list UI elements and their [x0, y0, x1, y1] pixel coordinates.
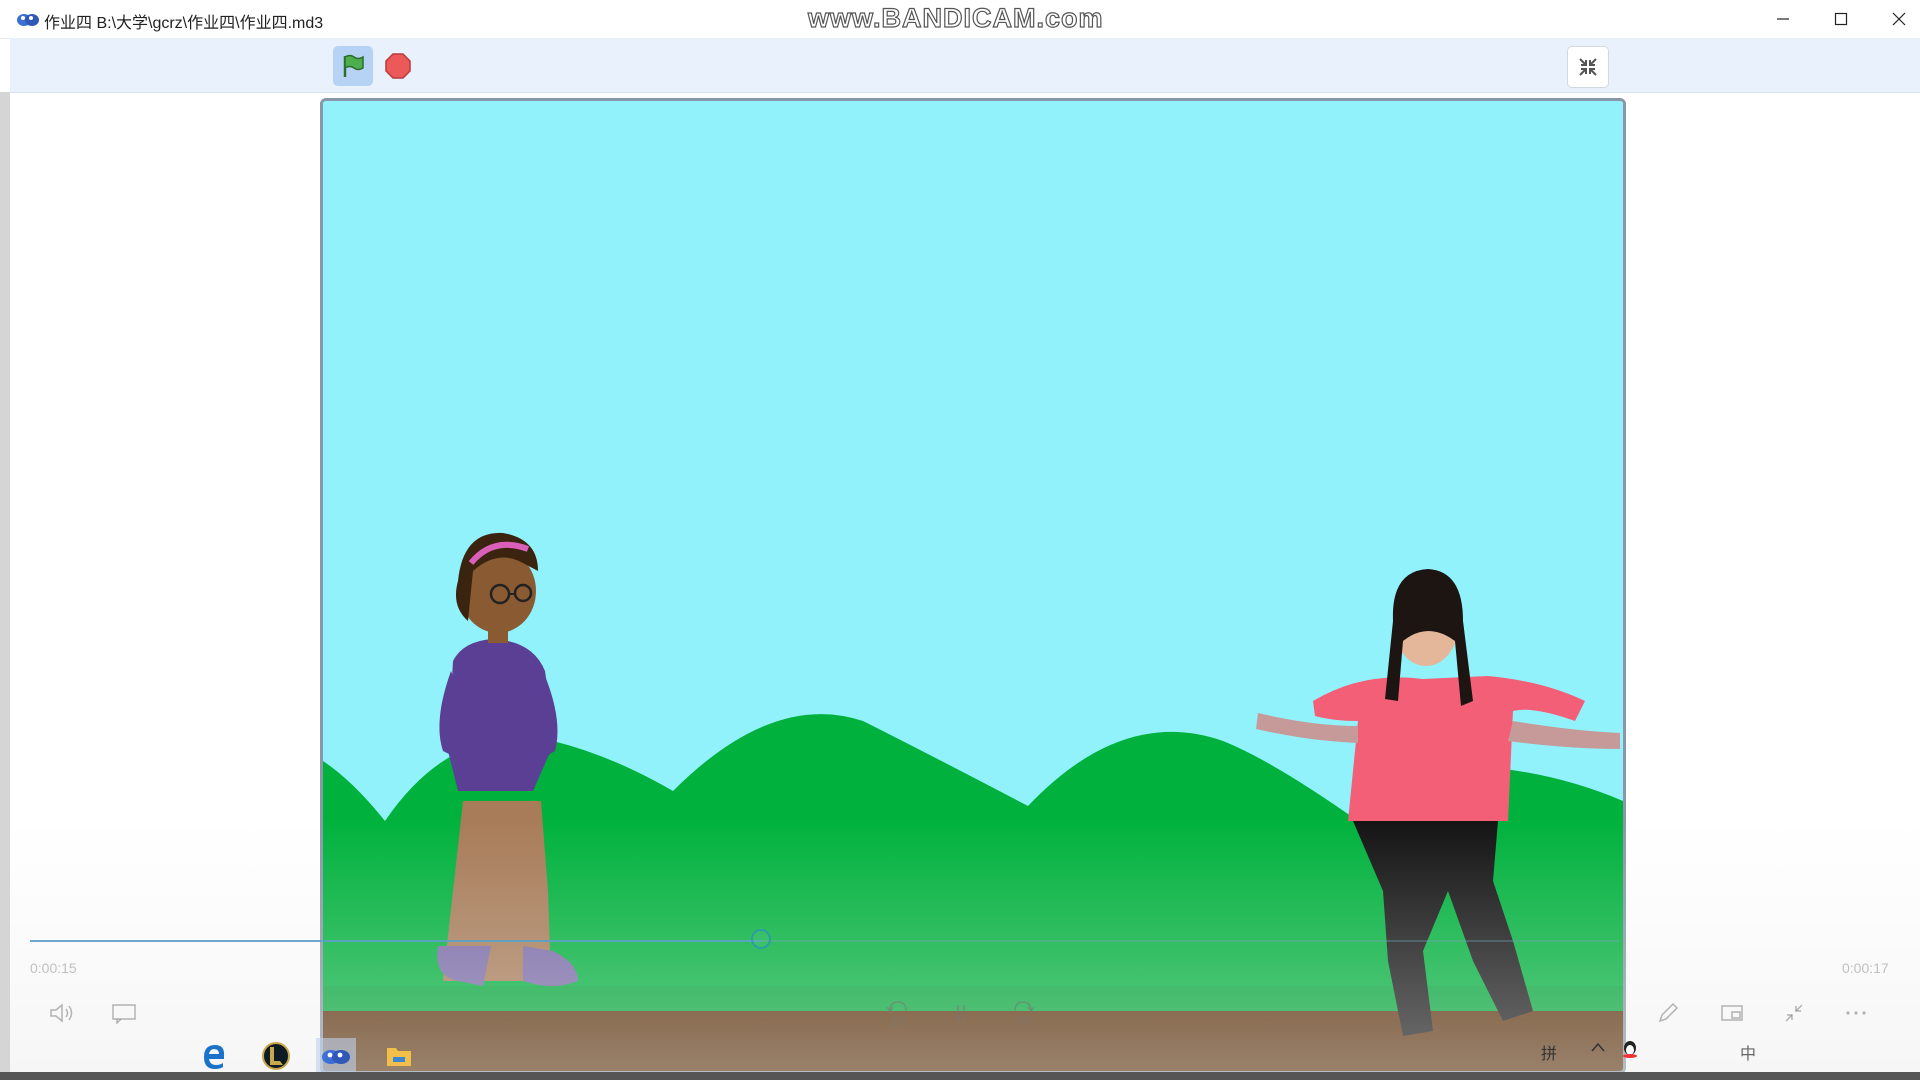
cast-button[interactable]: [1714, 995, 1750, 1031]
green-flag-button[interactable]: [333, 46, 373, 86]
progress-bar[interactable]: [30, 929, 1620, 949]
stop-button[interactable]: [378, 46, 418, 86]
maximize-button[interactable]: [1812, 0, 1870, 38]
captions-button[interactable]: [106, 995, 142, 1031]
green-flag-icon: [343, 54, 364, 77]
player-toolbar: [10, 38, 1920, 93]
captions-icon: [112, 1004, 136, 1024]
stop-icon: [385, 53, 411, 79]
minimize-icon: [1777, 18, 1789, 20]
pause-button[interactable]: [943, 995, 979, 1031]
forward-label: 30: [1015, 1012, 1031, 1028]
rewind-icon: [886, 1000, 907, 1012]
title-bar: 作业四 B:\大学\gcrz\作业四\作业四.md3 www.BANDICAM.…: [0, 0, 1920, 39]
edge-icon[interactable]: [194, 1038, 234, 1074]
elapsed-time: 0:00:15: [30, 960, 77, 976]
more-options-button[interactable]: [1838, 995, 1874, 1031]
window-title: 作业四 B:\大学\gcrz\作业四\作业四.md3: [44, 15, 324, 32]
stage[interactable]: [320, 98, 1626, 1074]
close-icon: [1892, 12, 1906, 26]
pencil-icon: [1658, 1002, 1679, 1023]
rewind-10-button[interactable]: 10: [880, 995, 916, 1031]
forward-30-button[interactable]: 30: [1005, 995, 1041, 1031]
volume-icon: [50, 1003, 73, 1023]
tray-expand-button[interactable]: [1590, 1040, 1606, 1058]
minimize-button[interactable]: [1754, 0, 1812, 38]
ime-indicator[interactable]: 拼: [1541, 1040, 1557, 1064]
pause-icon: [957, 1005, 965, 1021]
rewind-label: 10: [890, 1012, 906, 1028]
maximize-icon: [1834, 12, 1848, 26]
more-icon: [1846, 1011, 1866, 1015]
scratch-icon: [16, 9, 40, 29]
exit-fullscreen-player-button[interactable]: [1776, 995, 1812, 1031]
forward-icon: [1014, 1000, 1035, 1012]
league-icon[interactable]: [256, 1038, 296, 1074]
shrink-icon: [1785, 1004, 1803, 1022]
progress-fill: [30, 940, 762, 942]
desktop-edge: [0, 1072, 1920, 1080]
left-edge: [0, 92, 10, 1080]
edit-button[interactable]: [1650, 995, 1686, 1031]
qq-tray-icon[interactable]: [1622, 1040, 1638, 1063]
exit-fullscreen-button[interactable]: [1567, 46, 1609, 88]
total-time: 0:00:17: [1842, 960, 1889, 976]
file-explorer-icon[interactable]: [379, 1038, 419, 1074]
close-button[interactable]: [1870, 0, 1920, 38]
language-indicator[interactable]: 中: [1740, 1040, 1756, 1064]
scratch-taskbar-icon[interactable]: [316, 1038, 356, 1074]
cast-icon: [1721, 1005, 1743, 1021]
exit-fullscreen-icon: [1579, 58, 1597, 76]
volume-button[interactable]: [44, 995, 80, 1031]
bandicam-watermark: www.BANDICAM.com: [807, 2, 1104, 33]
chevron-up-icon: [1591, 1042, 1605, 1052]
